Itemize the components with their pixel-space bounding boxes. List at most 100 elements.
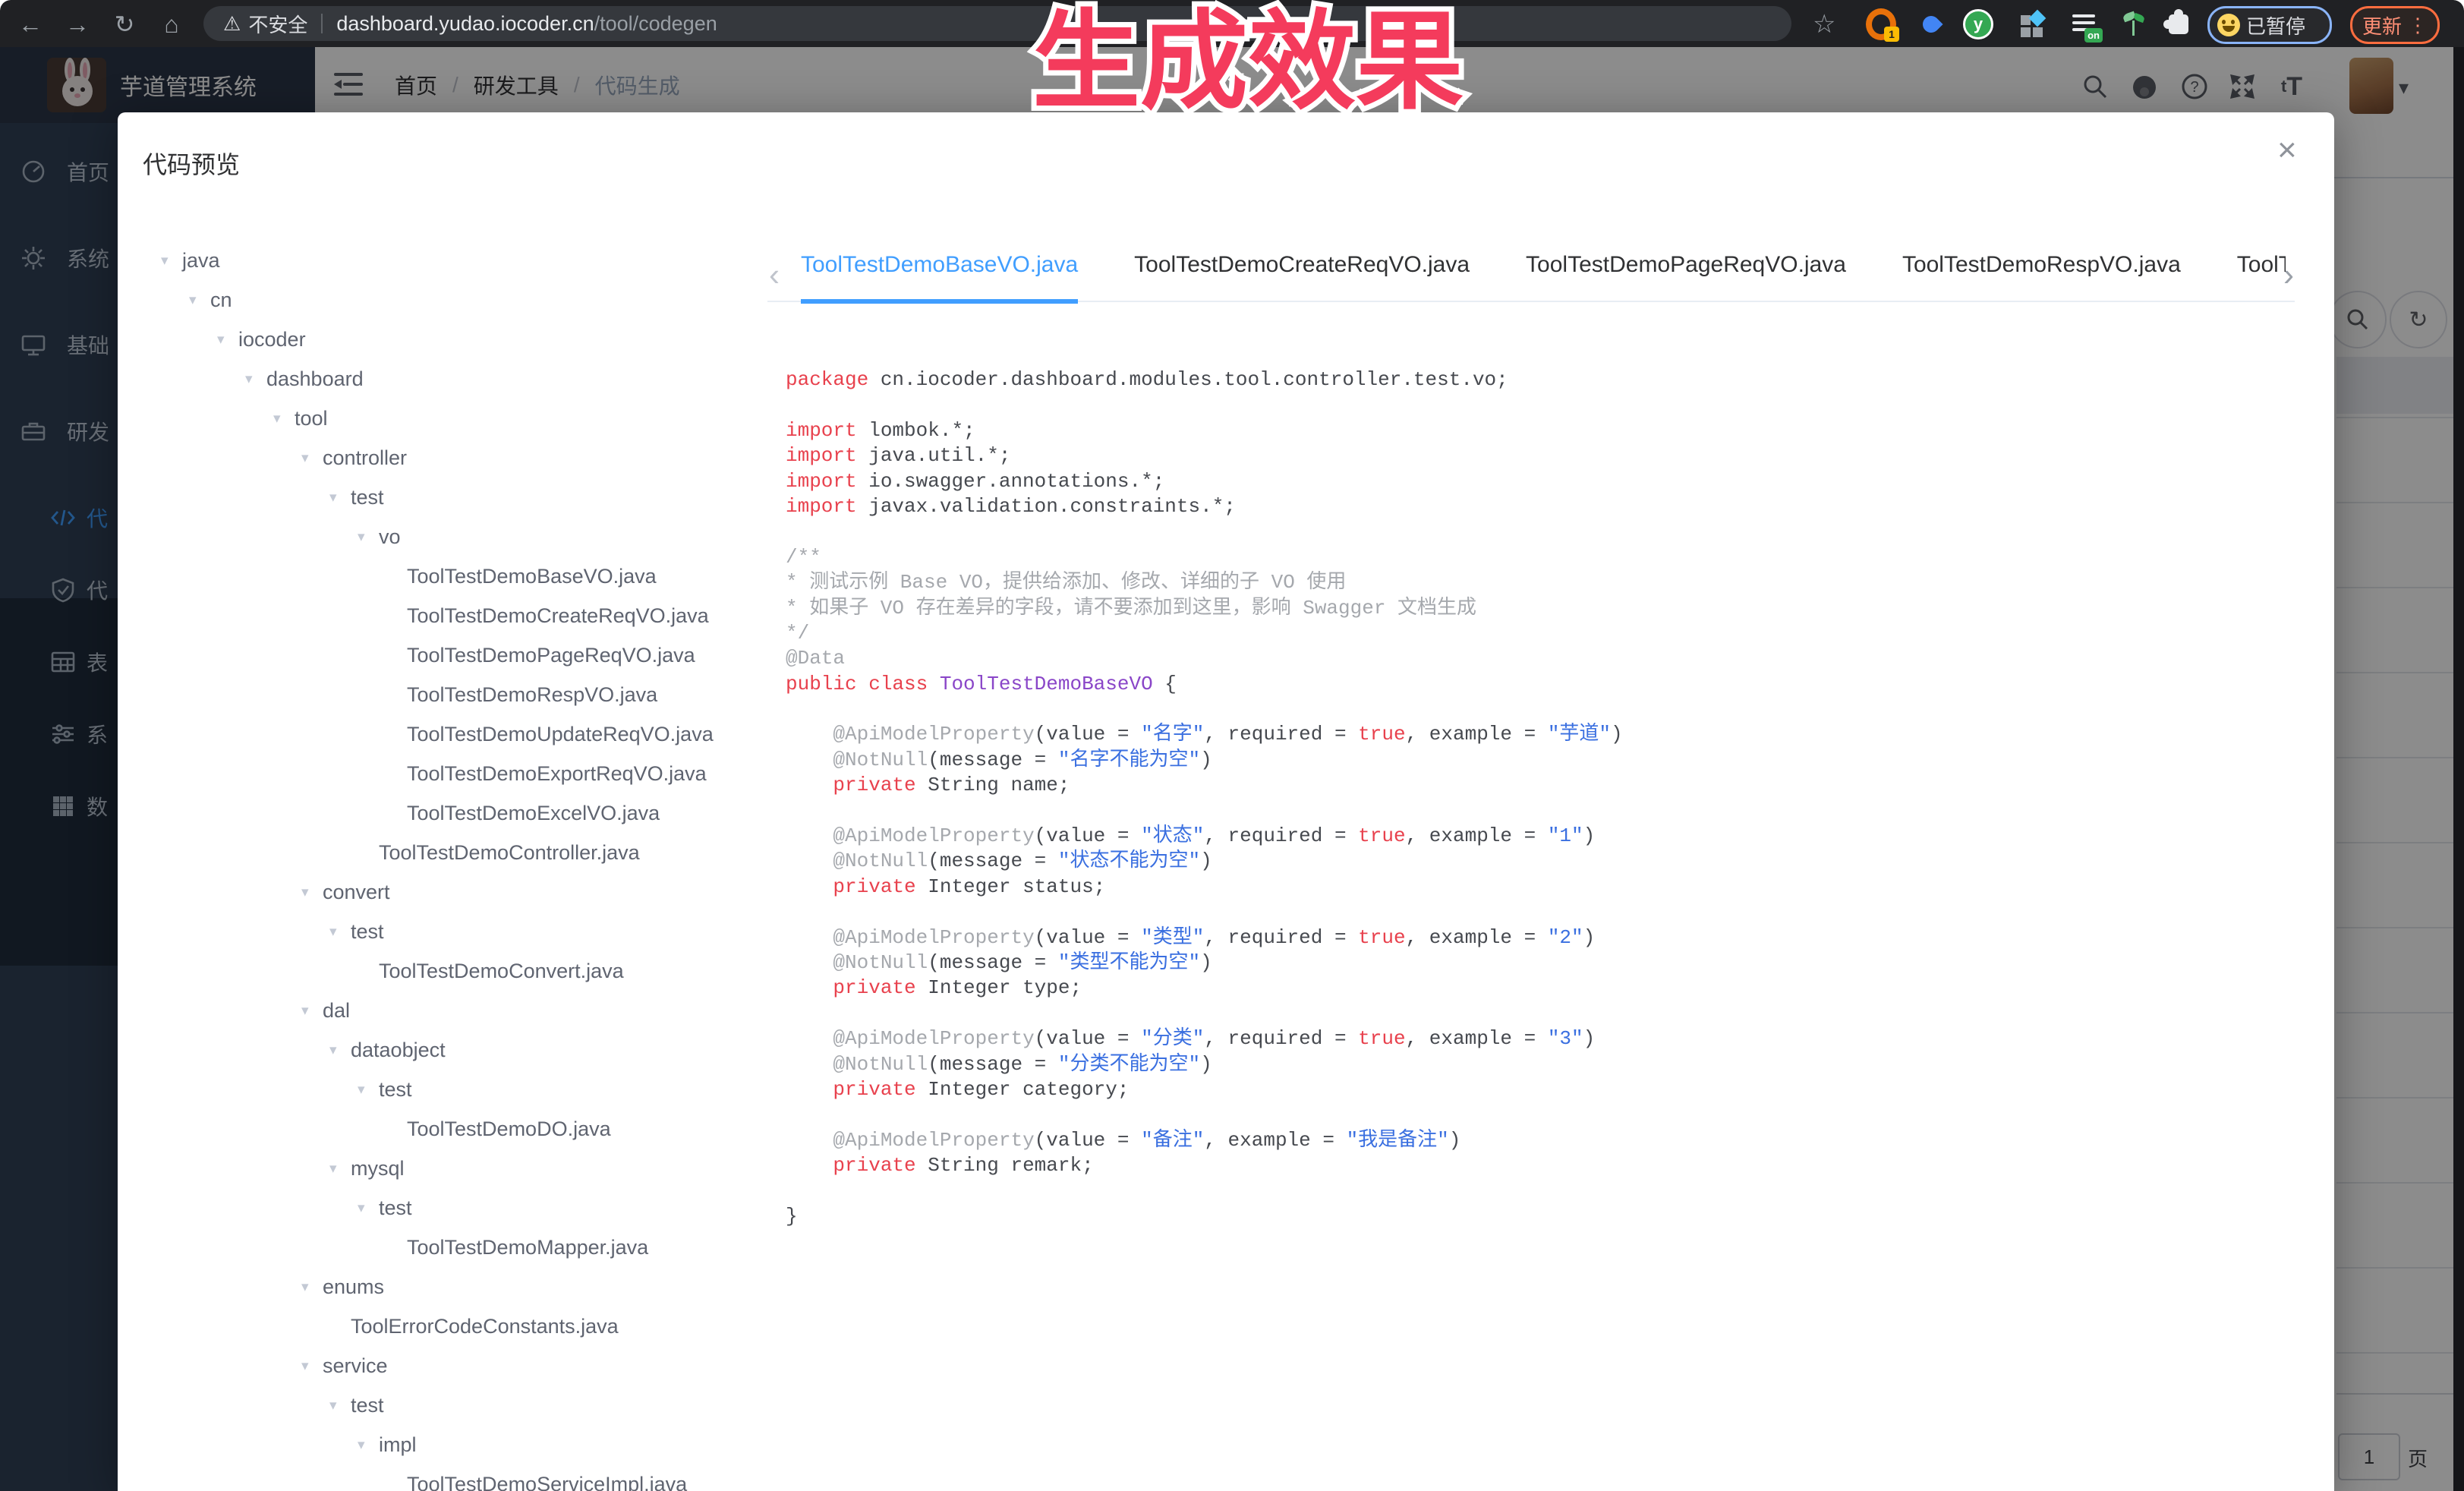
tree-node-label: test <box>351 486 384 509</box>
tree-folder-tool[interactable]: ▾tool <box>273 399 328 438</box>
tree-folder-mysql[interactable]: ▾mysql <box>329 1149 405 1188</box>
address-divider <box>321 14 323 33</box>
tree-folder-dataobject[interactable]: ▾dataobject <box>329 1030 446 1070</box>
tree-folder-dashboard[interactable]: ▾dashboard <box>245 359 364 399</box>
update-button[interactable]: 更新 ⋮ <box>2350 6 2440 44</box>
tab-ToolTestDemoRespVO.java[interactable]: ToolTestDemoRespVO.java <box>1902 247 2181 304</box>
tree-node-label: cn <box>210 288 232 312</box>
caret-down-icon[interactable]: ▾ <box>301 1002 323 1020</box>
caret-down-icon[interactable]: ▾ <box>245 370 266 388</box>
tree-file-ToolTestDemoBaseVO.java[interactable]: ToolTestDemoBaseVO.java <box>407 556 657 596</box>
tree-node-label: controller <box>323 446 407 470</box>
kebab-menu-icon[interactable]: ⋮ <box>2408 14 2428 37</box>
tree-folder-test[interactable]: ▾test <box>358 1070 412 1109</box>
tree-folder-enums[interactable]: ▾enums <box>301 1267 384 1307</box>
code-line <box>786 1179 1623 1204</box>
code-line: @ApiModelProperty(value = "备注", example … <box>786 1128 1623 1153</box>
file-tree: ▾java▾cn▾iocoder▾dashboard▾tool▾controll… <box>118 112 801 1491</box>
caret-down-icon[interactable]: ▾ <box>329 489 351 506</box>
tree-file-ToolTestDemoController.java[interactable]: ToolTestDemoController.java <box>379 833 640 872</box>
tree-folder-iocoder[interactable]: ▾iocoder <box>217 320 306 359</box>
tree-node-label: ToolTestDemoExcelVO.java <box>407 802 660 825</box>
tree-folder-test[interactable]: ▾test <box>329 912 384 951</box>
tree-node-label: test <box>351 1394 384 1417</box>
tree-file-ToolTestDemoExportReqVO.java[interactable]: ToolTestDemoExportReqVO.java <box>407 754 707 793</box>
caret-down-icon[interactable]: ▾ <box>358 528 379 546</box>
caret-down-icon[interactable]: ▾ <box>189 292 210 309</box>
tree-file-ToolTestDemoMapper.java[interactable]: ToolTestDemoMapper.java <box>407 1228 648 1267</box>
tab-ToolTestDemoCreateReqVO.java[interactable]: ToolTestDemoCreateReqVO.java <box>1134 247 1470 304</box>
code-line: */ <box>786 621 1623 646</box>
tree-file-ToolErrorCodeConstants.java[interactable]: ToolErrorCodeConstants.java <box>351 1307 619 1346</box>
caret-down-icon[interactable]: ▾ <box>301 884 323 901</box>
caret-down-icon[interactable]: ▾ <box>358 1081 379 1099</box>
extension-sprout-icon[interactable] <box>2118 9 2148 39</box>
caret-down-icon[interactable]: ▾ <box>301 1357 323 1375</box>
tree-file-ToolTestDemoRespVO.java[interactable]: ToolTestDemoRespVO.java <box>407 675 657 714</box>
back-icon[interactable]: ← <box>14 8 47 41</box>
tree-folder-controller[interactable]: ▾controller <box>301 438 407 478</box>
emoji-face-icon <box>2217 14 2240 36</box>
warning-icon: ⚠ <box>223 12 241 36</box>
tab-ToolTestDemoPageReqVO.java[interactable]: ToolTestDemoPageReqVO.java <box>1526 247 1846 304</box>
caret-down-icon[interactable]: ▾ <box>358 1199 379 1217</box>
caret-down-icon[interactable]: ▾ <box>329 1397 351 1414</box>
tree-folder-impl[interactable]: ▾impl <box>358 1425 417 1464</box>
tree-file-ToolTestDemoPageReqVO.java[interactable]: ToolTestDemoPageReqVO.java <box>407 635 695 675</box>
code-line: @Data <box>786 646 1623 671</box>
bookmark-star-icon[interactable]: ☆ <box>1813 9 1835 39</box>
caret-down-icon[interactable]: ▾ <box>161 252 182 270</box>
tabs-scroll-left-icon[interactable]: ‹ <box>769 257 780 293</box>
caret-down-icon[interactable]: ▾ <box>329 1160 351 1177</box>
tab-ToolTestDemoBaseVO.java[interactable]: ToolTestDemoBaseVO.java <box>801 247 1078 304</box>
extension-grid-icon[interactable] <box>2018 9 2048 39</box>
code-line: private Integer status; <box>786 875 1623 900</box>
code-line: @NotNull(message = "状态不能为空") <box>786 849 1623 874</box>
caret-down-icon[interactable]: ▾ <box>329 923 351 941</box>
caret-down-icon[interactable]: ▾ <box>301 449 323 467</box>
home-icon[interactable]: ⌂ <box>155 8 188 41</box>
tree-node-label: ToolTestDemoPageReqVO.java <box>407 644 695 667</box>
forward-icon[interactable]: → <box>61 8 94 41</box>
tree-node-label: test <box>351 920 384 944</box>
tree-folder-vo[interactable]: ▾vo <box>358 517 401 556</box>
caret-down-icon[interactable]: ▾ <box>358 1436 379 1454</box>
tree-node-label: tool <box>295 407 328 430</box>
tree-file-ToolTestDemoDO.java[interactable]: ToolTestDemoDO.java <box>407 1109 611 1149</box>
tree-folder-service[interactable]: ▾service <box>301 1346 388 1385</box>
tree-folder-dal[interactable]: ▾dal <box>301 991 350 1030</box>
extension-drop-icon[interactable] <box>1916 9 1946 39</box>
tree-file-ToolTestDemoUpdateReqVO.java[interactable]: ToolTestDemoUpdateReqVO.java <box>407 714 714 754</box>
paused-extension-pill[interactable]: 已暂停 <box>2207 6 2332 44</box>
caret-down-icon[interactable]: ▾ <box>329 1042 351 1059</box>
tree-node-label: java <box>182 249 220 273</box>
tree-file-ToolTestDemoCreateReqVO.java[interactable]: ToolTestDemoCreateReqVO.java <box>407 596 709 635</box>
tree-node-label: test <box>379 1196 412 1220</box>
tree-folder-cn[interactable]: ▾cn <box>189 280 232 320</box>
tree-folder-convert[interactable]: ▾convert <box>301 872 390 912</box>
tree-folder-test[interactable]: ▾test <box>358 1188 412 1228</box>
caret-down-icon[interactable]: ▾ <box>217 331 238 348</box>
caret-down-icon[interactable]: ▾ <box>273 410 295 427</box>
tree-file-ToolTestDemoExcelVO.java[interactable]: ToolTestDemoExcelVO.java <box>407 793 660 833</box>
extensions-puzzle-icon[interactable] <box>2163 9 2194 39</box>
code-line: private String name; <box>786 773 1623 798</box>
extension-donut-icon[interactable]: 1 <box>1866 9 1896 39</box>
browser-scrollbar[interactable] <box>2453 47 2464 1491</box>
tree-folder-test[interactable]: ▾test <box>329 478 384 517</box>
file-tabs: ToolTestDemoBaseVO.java ToolTestDemoCreat… <box>801 247 2286 304</box>
caret-down-icon[interactable]: ▾ <box>301 1278 323 1296</box>
tree-file-ToolTestDemoServiceImpl.java[interactable]: ToolTestDemoServiceImpl.java <box>407 1464 687 1491</box>
tab-ToolTe[interactable]: ToolTe <box>2237 247 2286 304</box>
tree-node-label: ToolTestDemoBaseVO.java <box>407 565 657 588</box>
extension-green-icon[interactable]: y <box>1963 9 1993 39</box>
tree-node-label: ToolTestDemoDO.java <box>407 1117 611 1141</box>
tree-folder-test[interactable]: ▾test <box>329 1385 384 1425</box>
tree-folder-java[interactable]: ▾java <box>161 241 220 280</box>
tree-file-ToolTestDemoConvert.java[interactable]: ToolTestDemoConvert.java <box>379 951 624 991</box>
code-line: } <box>786 1204 1623 1229</box>
update-label: 更新 <box>2362 11 2402 39</box>
reload-icon[interactable]: ↻ <box>108 8 141 41</box>
close-icon[interactable]: × <box>2277 134 2297 167</box>
extension-list-icon[interactable]: on <box>2069 9 2100 39</box>
